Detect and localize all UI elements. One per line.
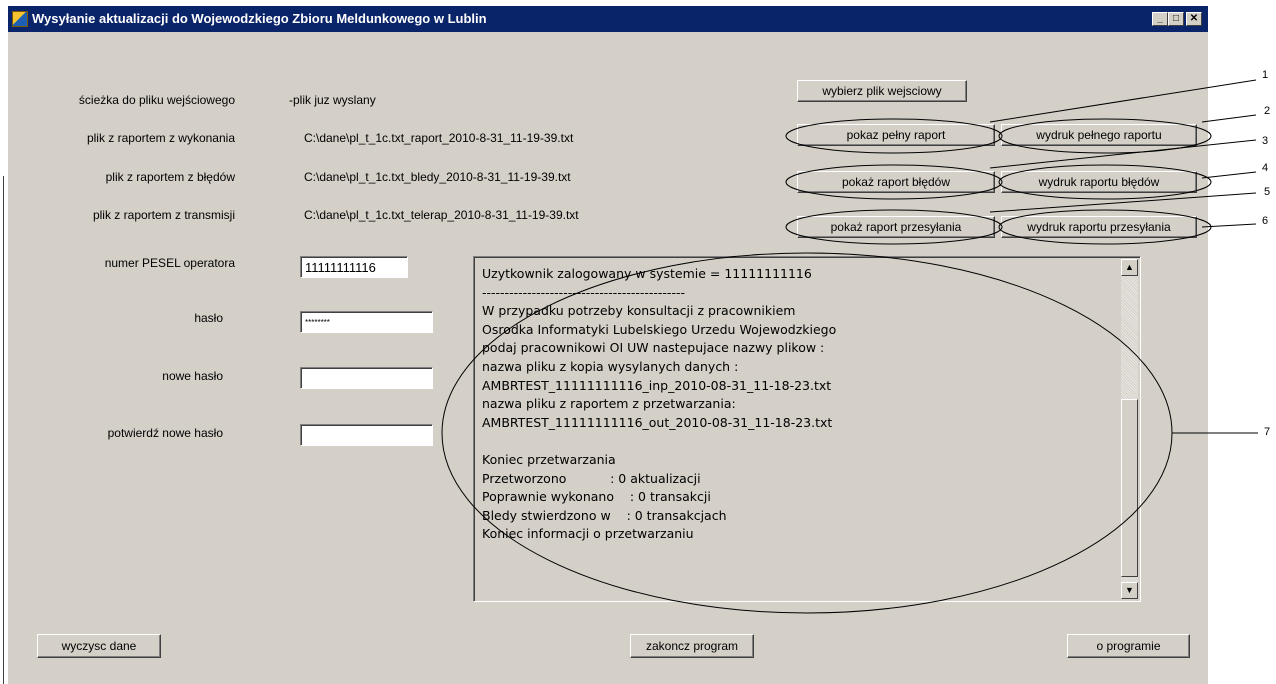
callout-number-6: 6 bbox=[1262, 215, 1269, 227]
log-text: Uzytkownik zalogowany w systemie = 11111… bbox=[482, 266, 837, 542]
pesel-label: numer PESEL operatora bbox=[104, 256, 235, 270]
callout-number-2: 2 bbox=[1264, 105, 1271, 117]
transmission-file-label: plik z raportem z transmisji bbox=[92, 208, 235, 222]
title-bar: Wysyłanie aktualizacji do Wojewodzkiego … bbox=[8, 6, 1208, 32]
callout-line-2 bbox=[1201, 114, 1257, 123]
password-input[interactable] bbox=[300, 311, 433, 333]
report-file-value: C:\dane\pl_t_1c.txt_raport_2010-8-31_11-… bbox=[304, 131, 574, 145]
transmission-file-value: C:\dane\pl_t_1c.txt_telerap_2010-8-31_11… bbox=[304, 208, 579, 222]
confirm-password-label: potwierdź nowe hasło bbox=[107, 426, 223, 440]
callout-number-7: 7 bbox=[1264, 426, 1271, 438]
input-path-value: -plik juz wyslany bbox=[289, 93, 376, 107]
callout-number-5: 5 bbox=[1264, 186, 1271, 198]
end-program-button[interactable]: zakoncz program bbox=[630, 634, 754, 658]
new-password-input[interactable] bbox=[300, 367, 433, 389]
errors-file-value: C:\dane\pl_t_1c.txt_bledy_2010-8-31_11-1… bbox=[304, 170, 571, 184]
log-scrollbar[interactable]: ▲ ▼ bbox=[1121, 259, 1138, 599]
callout-number-3: 3 bbox=[1262, 135, 1269, 147]
log-textbox[interactable]: Uzytkownik zalogowany w systemie = 11111… bbox=[473, 256, 1141, 602]
confirm-password-input[interactable] bbox=[300, 424, 433, 446]
print-full-report-button[interactable]: wydruk pełnego raportu bbox=[1001, 124, 1197, 146]
maximize-button[interactable]: □ bbox=[1168, 12, 1184, 26]
show-transfer-report-button[interactable]: pokaż raport przesyłania bbox=[797, 216, 995, 238]
callout-line-6 bbox=[1201, 223, 1257, 228]
password-label: hasło bbox=[194, 311, 223, 325]
window-title: Wysyłanie aktualizacji do Wojewodzkiego … bbox=[32, 11, 487, 26]
callout-number-4: 4 bbox=[1262, 162, 1269, 174]
print-error-report-button[interactable]: wydruk raportu błędów bbox=[1001, 171, 1197, 193]
new-password-label: nowe hasło bbox=[162, 369, 223, 383]
scroll-up-icon[interactable]: ▲ bbox=[1121, 259, 1138, 276]
clear-data-button[interactable]: wyczysc dane bbox=[37, 634, 161, 658]
choose-input-file-button[interactable]: wybierz plik wejsciowy bbox=[797, 80, 967, 102]
callout-number-1: 1 bbox=[1262, 69, 1269, 81]
minimize-button[interactable]: _ bbox=[1152, 12, 1168, 26]
errors-file-label: plik z raportem z błędów bbox=[105, 170, 235, 184]
close-button[interactable]: ✕ bbox=[1186, 12, 1202, 26]
input-path-label: ścieżka do pliku wejściowego bbox=[78, 93, 235, 107]
main-window: Wysyłanie aktualizacji do Wojewodzkiego … bbox=[8, 6, 1208, 684]
callout-line-4 bbox=[1201, 171, 1257, 179]
show-full-report-button[interactable]: pokaz pełny raport bbox=[797, 124, 995, 146]
scroll-thumb[interactable] bbox=[1121, 399, 1138, 577]
app-icon bbox=[12, 11, 28, 27]
show-error-report-button[interactable]: pokaż raport błędów bbox=[797, 171, 995, 193]
scroll-down-icon[interactable]: ▼ bbox=[1121, 582, 1138, 599]
about-button[interactable]: o programie bbox=[1067, 634, 1190, 658]
print-transfer-report-button[interactable]: wydruk raportu przesyłania bbox=[1001, 216, 1197, 238]
report-file-label: plik z raportem z wykonania bbox=[86, 131, 235, 145]
pesel-input[interactable] bbox=[300, 256, 408, 278]
